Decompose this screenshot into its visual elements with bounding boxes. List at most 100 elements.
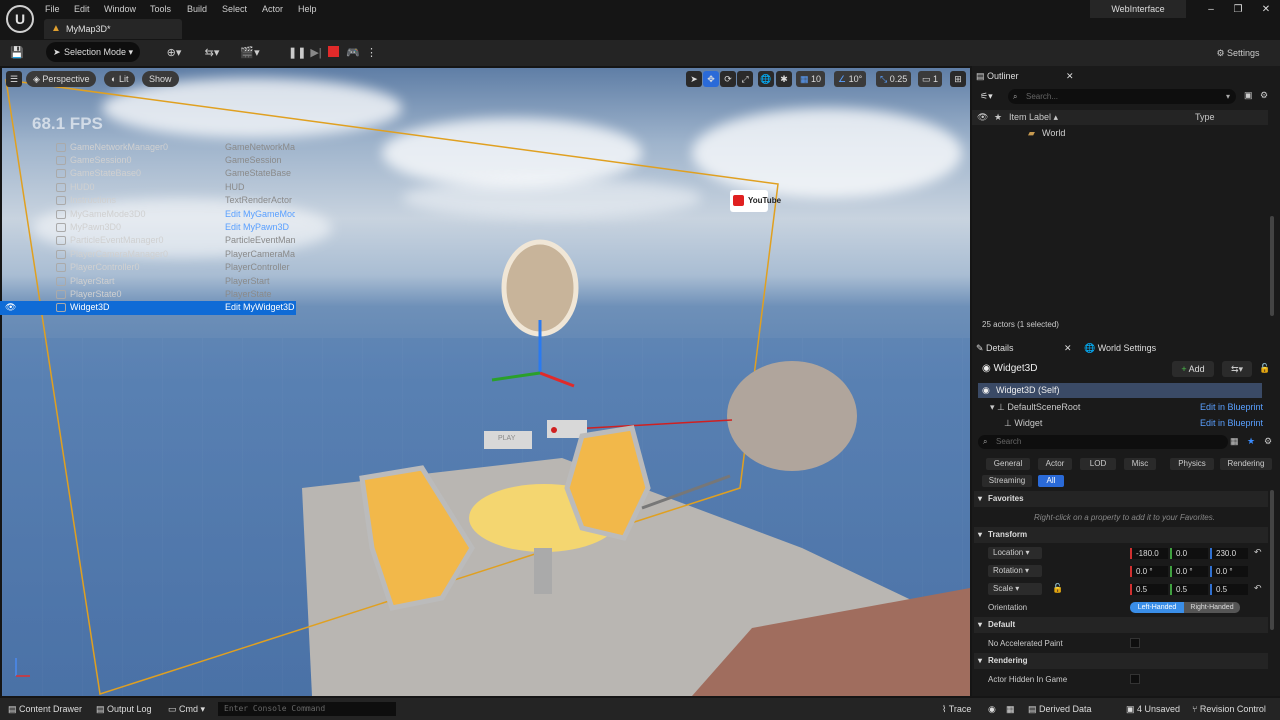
details-scrollbar[interactable] (1270, 490, 1274, 630)
cinematics-icon[interactable]: 🎬▾ (236, 43, 264, 63)
rendering-section[interactable]: ▾ Rendering (974, 653, 1268, 669)
rotate-tool-icon[interactable]: ⟳ (720, 71, 736, 87)
unreal-logo-icon[interactable]: U (6, 5, 34, 33)
edit-in-blueprint-link[interactable]: Edit in Blueprint (1200, 417, 1263, 429)
details-tab[interactable]: ✎ Details ✕ (976, 338, 1076, 358)
outliner-row[interactable]: PlayerState0 PlayerState (0, 288, 296, 301)
grid-snap-toggle[interactable]: ▦ 10 (796, 71, 826, 87)
rotation-y-field[interactable]: 0.0 ° (1170, 566, 1208, 577)
col-item-label[interactable]: Item Label ▴ (1009, 110, 1058, 125)
add-component-button[interactable]: + Add (1172, 361, 1214, 377)
table-view-icon[interactable]: ▦ (1230, 436, 1239, 447)
location-z-field[interactable]: 230.0 (1210, 548, 1248, 559)
location-dropdown[interactable]: Location ▾ (988, 547, 1042, 559)
row-type[interactable]: Edit MyPawn3D (225, 221, 295, 234)
add-actor-icon[interactable]: ⊕▾ (160, 43, 188, 63)
col-type[interactable]: Type (1195, 110, 1215, 125)
favorites-section[interactable]: ▾ Favorites (974, 491, 1268, 507)
rotation-snap-toggle[interactable]: ∠ 10° (834, 71, 867, 87)
component-root[interactable]: ▾ ⊥ DefaultSceneRoot (990, 401, 1080, 413)
gear-icon[interactable]: ⚙ (1260, 90, 1268, 101)
save-icon[interactable]: 💾 (8, 43, 26, 63)
derived-data-button[interactable]: ▤ Derived Data (1028, 702, 1092, 716)
outliner-row[interactable]: GameSession0 GameSession (0, 154, 296, 167)
viewport-menu-icon[interactable]: ☰ (6, 71, 22, 87)
settings-button[interactable]: ⚙ Settings (1208, 43, 1268, 63)
row-type[interactable]: Edit MyGameMod (225, 208, 295, 221)
show-button[interactable]: Show (142, 71, 179, 87)
viewport-layout-icon[interactable]: ⊞ (950, 71, 966, 87)
trace-button[interactable]: ⌇ Trace (942, 702, 971, 716)
default-section[interactable]: ▾ Default (974, 617, 1268, 633)
filter-chip-actor[interactable]: Actor (1038, 458, 1072, 470)
eye-icon[interactable]: 👁 (5, 301, 16, 314)
rotation-dropdown[interactable]: Rotation ▾ (988, 565, 1042, 577)
unsaved-button[interactable]: ▣ 4 Unsaved (1126, 702, 1180, 716)
folder-add-icon[interactable]: ▣ (1244, 90, 1253, 101)
filter-chip-physics[interactable]: Physics (1170, 458, 1214, 470)
level-tab[interactable]: ▲ MyMap3D* (44, 19, 182, 39)
outliner-scrollbar[interactable] (1270, 216, 1274, 316)
outliner-row[interactable]: Instructions TextRenderActor (0, 194, 296, 207)
actor-hidden-checkbox[interactable] (1130, 674, 1140, 684)
pause-icon[interactable]: ❚❚ (288, 43, 306, 63)
content-drawer-button[interactable]: ▤ Content Drawer (8, 702, 82, 716)
world-space-icon[interactable]: 🌐 (758, 71, 774, 87)
outliner-search-input[interactable]: ⌕ Search... ▾ (1008, 89, 1236, 104)
possess-icon[interactable]: 🎮 (344, 43, 362, 63)
scale-z-field[interactable]: 0.5 (1210, 584, 1248, 595)
console-input[interactable]: Enter Console Command (218, 702, 396, 716)
menu-window[interactable]: Window (104, 2, 136, 16)
outliner-row[interactable]: PlayerController0 PlayerController (0, 261, 296, 274)
no-accelerated-paint-checkbox[interactable] (1130, 638, 1140, 648)
filter-chip-all[interactable]: All (1038, 475, 1064, 487)
details-search-input[interactable]: ⌕ Search (978, 435, 1228, 449)
revision-control-button[interactable]: ⑂ Revision Control (1192, 702, 1266, 716)
menu-tools[interactable]: Tools (150, 2, 171, 16)
scale-tool-icon[interactable]: ⤢ (737, 71, 753, 87)
cmd-dropdown[interactable]: ▭ Cmd ▾ (168, 702, 205, 716)
selection-mode-dropdown[interactable]: ➤ Selection Mode ▾ (46, 42, 140, 62)
location-x-field[interactable]: -180.0 (1130, 548, 1168, 559)
outliner-row[interactable]: HUD0 HUD (0, 181, 296, 194)
filter-chip-rendering[interactable]: Rendering (1220, 458, 1272, 470)
outliner-row[interactable]: ParticleEventManager0 ParticleEventMana (0, 234, 296, 247)
menu-help[interactable]: Help (298, 2, 317, 16)
outliner-tab[interactable]: ▤ Outliner ✕ (976, 66, 1076, 86)
filter-chip-streaming[interactable]: Streaming (982, 475, 1032, 487)
maximize-icon[interactable]: ❐ (1224, 1, 1252, 19)
blueprint-icon[interactable]: ⇆▾ (198, 43, 226, 63)
scale-x-field[interactable]: 0.5 (1130, 584, 1168, 595)
outliner-row[interactable]: PlayerCameraManager0 PlayerCameraMan (0, 248, 296, 261)
transform-section[interactable]: ▾ Transform (974, 527, 1268, 543)
scale-y-field[interactable]: 0.5 (1170, 584, 1208, 595)
filter-chip-lod[interactable]: LOD (1080, 458, 1116, 470)
rotation-z-field[interactable]: 0.0 ° (1210, 566, 1248, 577)
lock-icon[interactable]: 🔓 (1052, 583, 1063, 594)
gear-icon[interactable]: ⚙ (1264, 436, 1272, 447)
move-tool-icon[interactable]: ✥ (703, 71, 719, 87)
close-icon[interactable]: ✕ (1252, 1, 1280, 19)
outliner-row[interactable]: 👁 Widget3D Edit MyWidget3D (0, 301, 296, 315)
outliner-row[interactable]: PlayerStart PlayerStart (0, 275, 296, 288)
right-handed-button[interactable]: Right-Handed (1184, 602, 1240, 613)
camera-bookmark-icon[interactable]: ◉ (988, 702, 996, 716)
blueprint-dropdown[interactable]: ⇆▾ (1222, 361, 1252, 377)
menu-select[interactable]: Select (222, 2, 247, 16)
row-type[interactable]: Edit MyWidget3D (225, 301, 295, 314)
perspective-button[interactable]: ◈ Perspective (26, 71, 97, 87)
outliner-row[interactable]: MyGameMode3D0 Edit MyGameMod (0, 208, 296, 221)
location-y-field[interactable]: 0.0 (1170, 548, 1208, 559)
lock-icon[interactable]: 🔓 (1259, 363, 1270, 374)
menu-build[interactable]: Build (187, 2, 207, 16)
world-row[interactable]: ▰ World (972, 127, 1268, 140)
component-self[interactable]: ◉ Widget3D (Self) (978, 383, 1262, 398)
step-icon[interactable]: ▶| (308, 43, 324, 63)
menu-actor[interactable]: Actor (262, 2, 283, 16)
more-options-icon[interactable]: ⋮ (366, 43, 377, 63)
select-tool-icon[interactable]: ➤ (686, 71, 702, 87)
reset-icon[interactable]: ↶ (1254, 547, 1262, 558)
filter-icon[interactable]: ⚟▾ (980, 91, 993, 102)
memory-icon[interactable]: ▦ (1006, 702, 1015, 716)
output-log-button[interactable]: ▤ Output Log (96, 702, 152, 716)
